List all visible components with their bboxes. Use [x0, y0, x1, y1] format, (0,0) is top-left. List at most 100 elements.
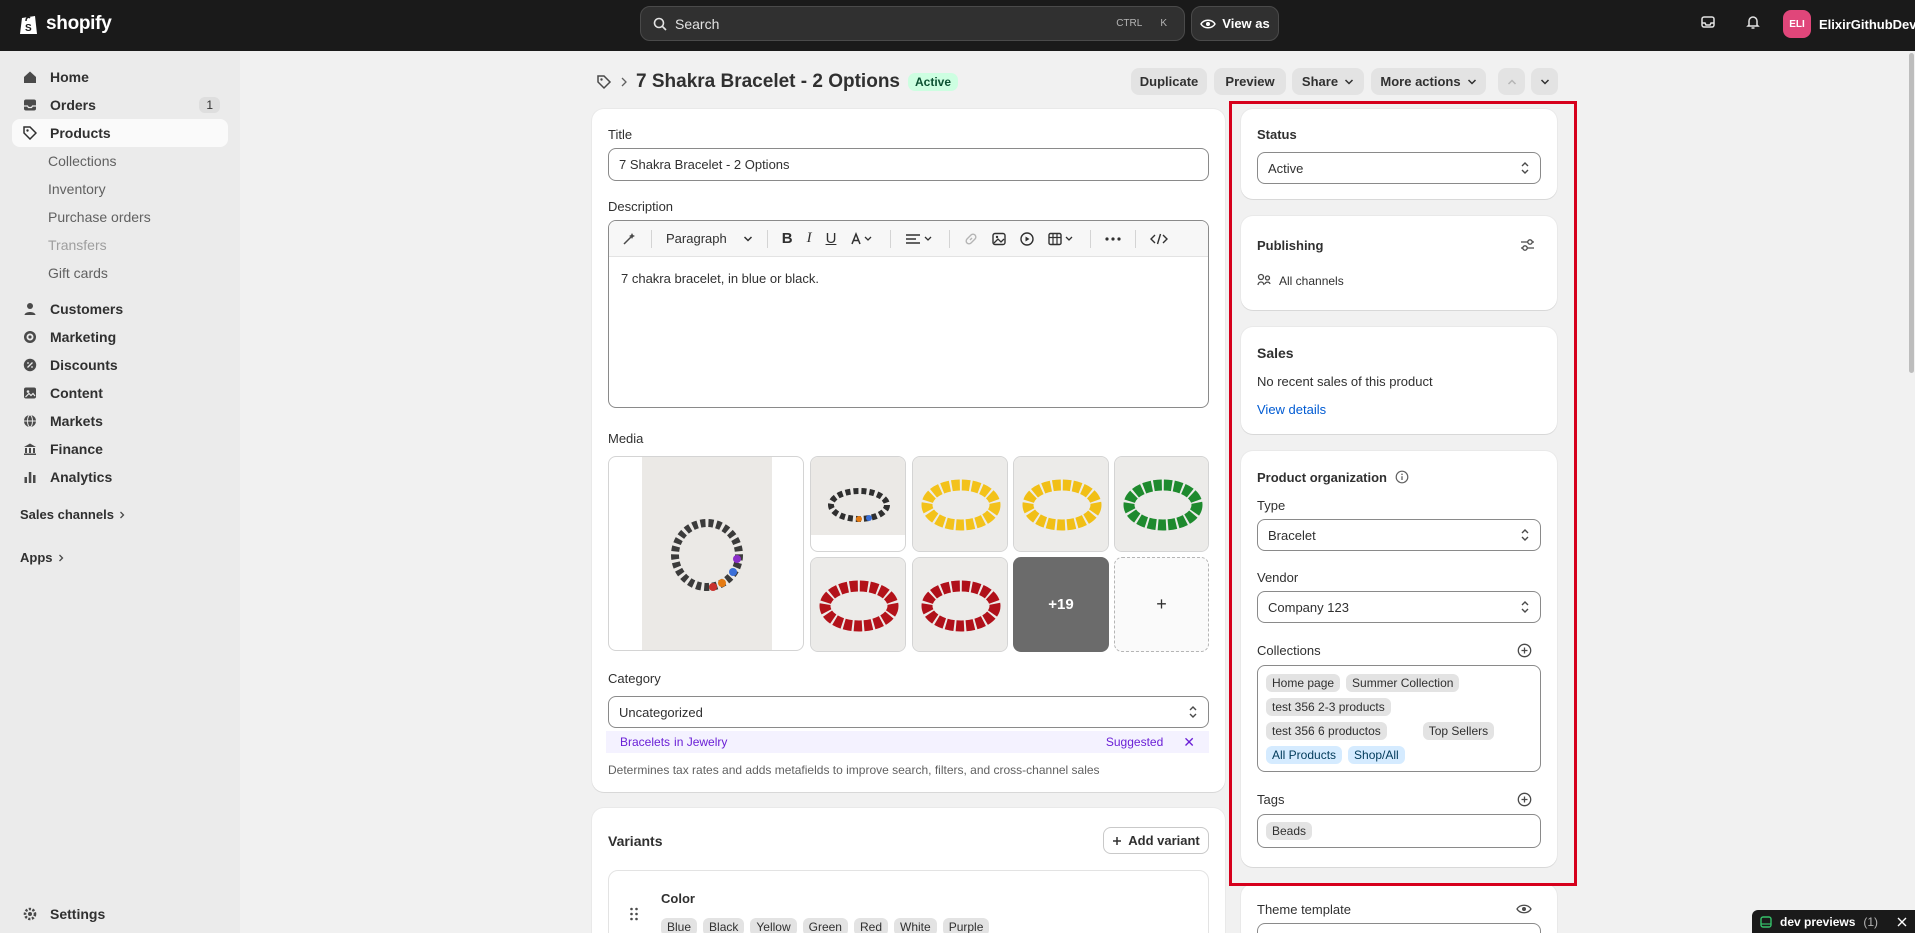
shopify-logo[interactable]: S shopify	[18, 12, 112, 36]
previous-product-button[interactable]	[1498, 68, 1525, 95]
search-bar[interactable]: Search CTRL K	[640, 6, 1185, 41]
magic-sparkle-icon[interactable]	[621, 231, 637, 247]
suggested-category-path: in Jewelry	[674, 735, 728, 749]
sidebar-item-label: Orders	[50, 97, 96, 113]
table-icon[interactable]	[1048, 232, 1076, 246]
shopify-bag-icon: S	[20, 16, 37, 34]
theme-template-select[interactable]	[1257, 923, 1541, 933]
media-thumb-black[interactable]	[810, 456, 906, 552]
bar-chart-icon	[22, 470, 38, 484]
chevron-down-icon	[1540, 78, 1550, 86]
sidebar-item-label: Customers	[50, 301, 124, 317]
dev-previews-bar[interactable]: dev previews (1)	[1752, 910, 1915, 933]
chevron-down-icon	[1344, 78, 1354, 86]
tag-icon[interactable]	[596, 74, 612, 90]
media-thumb-yellow-1[interactable]	[912, 456, 1008, 552]
media-more-button[interactable]: +19	[1013, 557, 1109, 652]
title-input[interactable]: 7 Shakra Bracelet - 2 Options	[608, 148, 1209, 181]
sidebar-item-marketing[interactable]: Marketing	[12, 323, 228, 351]
add-media-button[interactable]: +	[1114, 557, 1209, 652]
sidebar-item-label: Marketing	[50, 329, 117, 345]
media-thumb-red-1[interactable]	[810, 557, 906, 652]
sidebar-item-finance[interactable]: Finance	[12, 435, 228, 463]
sidebar-item-discounts[interactable]: Discounts	[12, 351, 228, 379]
sidebar-item-customers[interactable]: Customers	[12, 295, 228, 323]
underline-icon[interactable]: U	[826, 230, 837, 247]
more-horizontal-icon[interactable]	[1105, 236, 1122, 241]
breadcrumb-chevron-icon	[620, 77, 628, 87]
category-select[interactable]: Uncategorized	[608, 696, 1209, 728]
sidebar-item-label: Gift cards	[48, 265, 108, 281]
italic-icon[interactable]: I	[807, 230, 812, 247]
svg-text:S: S	[25, 23, 32, 34]
media-thumb-yellow-2[interactable]	[1013, 456, 1109, 552]
media-thumb-red-2[interactable]	[912, 557, 1008, 652]
inbox-icon[interactable]	[1700, 14, 1716, 30]
sidebar-item-inventory[interactable]: Inventory	[12, 175, 228, 203]
link-icon[interactable]	[964, 232, 978, 246]
add-variant-button[interactable]: Add variant	[1103, 827, 1209, 854]
category-suggestion[interactable]: Bracelets in Jewelry Suggested ✕	[606, 731, 1209, 753]
highlight-box	[1229, 101, 1577, 886]
sidebar-item-markets[interactable]: Markets	[12, 407, 228, 435]
video-icon[interactable]	[1020, 231, 1035, 246]
view-as-button[interactable]: View as	[1191, 6, 1279, 41]
sidebar-item-products[interactable]: Products	[12, 119, 228, 147]
sidebar-item-label: Purchase orders	[48, 209, 151, 225]
suggested-label: Suggested	[1105, 735, 1164, 749]
shortcut-k: K	[1160, 18, 1167, 29]
plus-icon	[1112, 836, 1122, 846]
next-product-button[interactable]	[1531, 68, 1558, 95]
preview-button[interactable]: Preview	[1214, 68, 1286, 95]
sidebar-item-orders[interactable]: Orders 1	[12, 91, 228, 119]
paragraph-select[interactable]: Paragraph	[666, 231, 753, 246]
plus-icon: +	[1156, 594, 1167, 614]
chevron-down-icon	[1467, 78, 1477, 86]
page-scrollbar[interactable]	[1909, 53, 1914, 373]
sidebar-item-label: Collections	[48, 153, 117, 169]
bold-icon[interactable]: B	[782, 230, 793, 247]
media-thumb-green[interactable]	[1114, 456, 1209, 552]
dev-previews-label: dev previews	[1780, 914, 1856, 929]
eye-icon[interactable]	[1516, 903, 1532, 915]
sidebar-item-home[interactable]: Home	[12, 63, 228, 91]
sidebar-apps[interactable]: Apps	[20, 550, 65, 565]
variant-value-chip: Purple	[942, 918, 990, 933]
dismiss-suggestion-icon[interactable]: ✕	[1183, 734, 1195, 751]
theme-template-heading: Theme template	[1257, 902, 1351, 917]
variant-value-chip: White	[894, 918, 937, 933]
sidebar-item-gift-cards[interactable]: Gift cards	[12, 259, 228, 287]
editor-toolbar: Paragraph B I U	[609, 221, 1208, 257]
duplicate-label: Duplicate	[1139, 74, 1199, 89]
category-value: Uncategorized	[619, 704, 703, 720]
sidebar-sales-channels[interactable]: Sales channels	[20, 507, 126, 522]
share-button[interactable]: Share	[1292, 68, 1364, 95]
text-color-icon[interactable]	[850, 231, 876, 246]
sidebar-item-content[interactable]: Content	[12, 379, 228, 407]
align-icon[interactable]	[905, 232, 935, 246]
eye-icon	[1200, 19, 1217, 28]
code-icon[interactable]	[1150, 232, 1169, 246]
drag-handle-icon[interactable]	[629, 907, 639, 921]
select-arrows-icon	[1188, 705, 1198, 719]
sidebar-item-label: Transfers	[48, 237, 107, 253]
sidebar-item-label: Finance	[50, 441, 103, 457]
sidebar-item-purchase-orders[interactable]: Purchase orders	[12, 203, 228, 231]
bell-icon[interactable]	[1745, 14, 1761, 30]
sidebar-item-settings[interactable]: Settings	[12, 900, 228, 928]
media-main-image[interactable]	[608, 456, 804, 651]
store-menu[interactable]: ELI ElixirGithubDev	[1783, 10, 1915, 38]
sidebar-item-transfers[interactable]: Transfers	[12, 231, 228, 259]
duplicate-button[interactable]: Duplicate	[1131, 68, 1207, 95]
suggested-category-name: Bracelets	[620, 735, 671, 749]
sidebar-item-collections[interactable]: Collections	[12, 147, 228, 175]
sidebar-item-analytics[interactable]: Analytics	[12, 463, 228, 491]
page-title: 7 Shakra Bracelet - 2 Options	[636, 71, 900, 92]
close-icon[interactable]	[1897, 917, 1907, 927]
person-icon	[22, 302, 38, 316]
sidebar-item-label: Home	[50, 69, 89, 85]
gear-icon	[22, 907, 38, 921]
description-editor[interactable]: Paragraph B I U 7 chakra bracelet, in bl…	[608, 220, 1209, 408]
more-actions-button[interactable]: More actions	[1371, 68, 1486, 95]
image-icon[interactable]	[992, 232, 1007, 246]
